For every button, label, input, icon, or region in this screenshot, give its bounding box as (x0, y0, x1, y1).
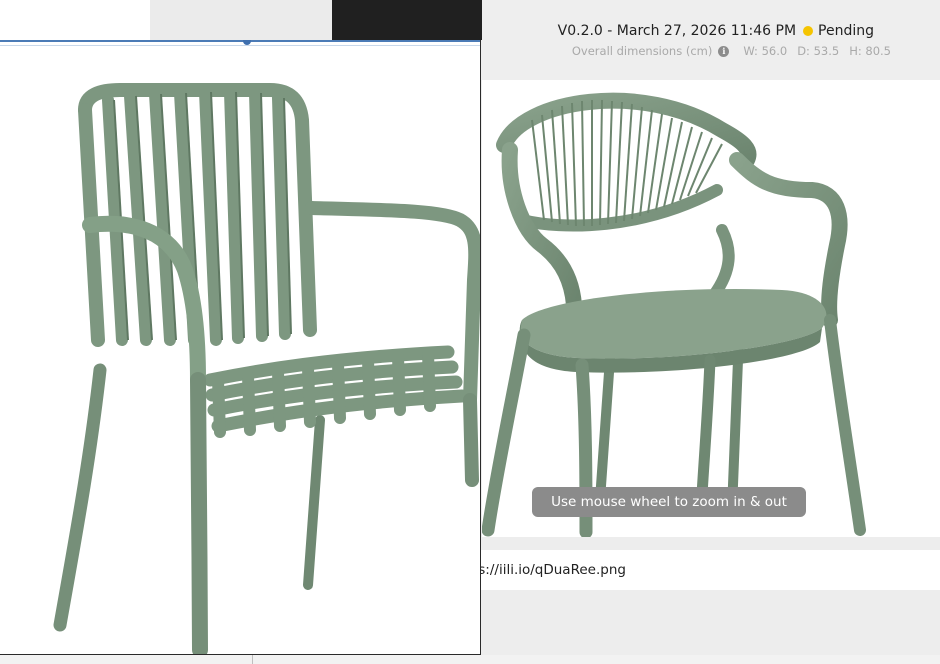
status-text: Pending (818, 23, 874, 39)
dimension-depth: D: 53.5 (797, 44, 840, 58)
version-line: V0.2.0 - March 27, 2026 11:46 PM Pending (558, 23, 874, 39)
top-bar-dark-panel (332, 0, 482, 40)
dimensions-label: Overall dimensions (cm) (571, 44, 713, 58)
info-icon[interactable]: i (718, 45, 730, 57)
slatted-chair-image (53, 83, 480, 654)
rope-chair-model (482, 92, 866, 537)
top-bar-middle (150, 0, 332, 40)
version-text: V0.2.0 - March 27, 2026 11:46 PM (557, 23, 797, 39)
bottom-divider (252, 655, 253, 664)
bottom-status-strip (0, 655, 940, 664)
dimension-width: W: 56.0 (743, 44, 788, 58)
image-url-text: os://iili.io/qDuaRee.png (470, 562, 626, 578)
top-bar-left (0, 0, 150, 40)
dimension-height: H: 80.5 (849, 44, 891, 58)
overall-dimensions: Overall dimensions (cm) i W: 56.0 D: 53.… (572, 44, 891, 58)
model-viewer[interactable] (482, 80, 940, 537)
zoom-hint-tooltip: Use mouse wheel to zoom in & out (532, 487, 806, 517)
image-url-bar[interactable]: os://iili.io/qDuaRee.png (470, 550, 940, 590)
comparison-image-window[interactable] (0, 40, 481, 655)
viewer-header: V0.2.0 - March 27, 2026 11:46 PM Pending… (482, 0, 940, 80)
status-dot-icon (803, 26, 814, 36)
